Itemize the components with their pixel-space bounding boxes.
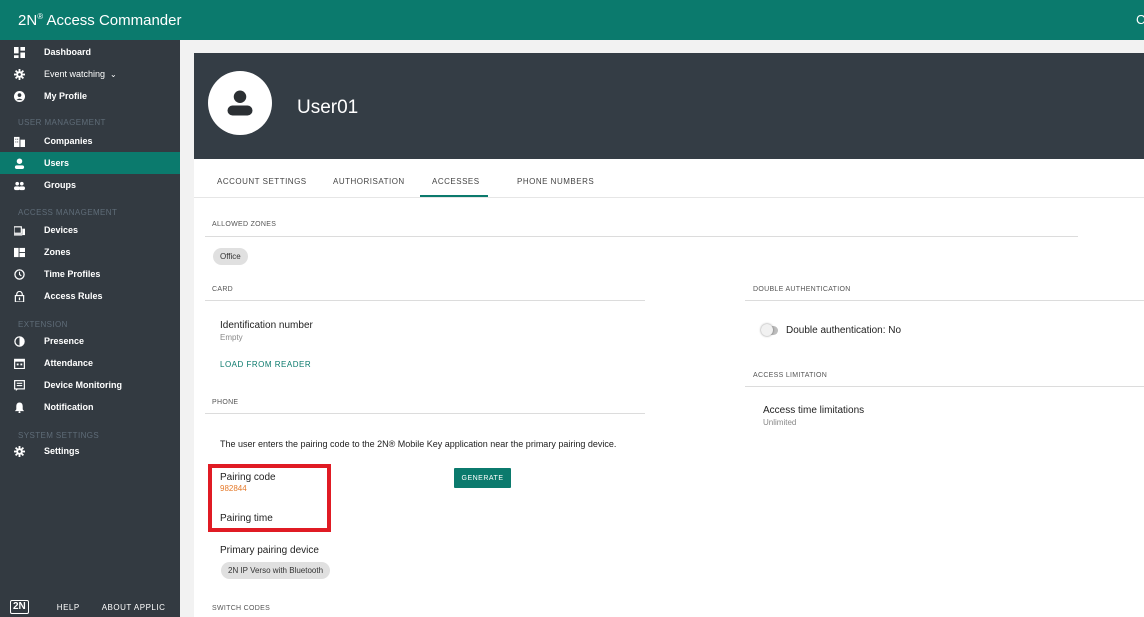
profile-icon [0, 90, 44, 102]
sidebar-item-label: Device Monitoring [44, 380, 123, 390]
identification-number-value: Empty [220, 333, 243, 342]
sidebar-section-access-management: ACCESS MANAGEMENT [18, 208, 118, 217]
sidebar-item-settings[interactable]: Settings [0, 440, 180, 462]
clock-icon [0, 268, 44, 280]
sidebar-item-companies[interactable]: Companies [0, 130, 180, 152]
group-icon [0, 180, 44, 191]
help-link[interactable]: HELP [57, 603, 80, 612]
avatar-user-icon [227, 90, 253, 116]
calendar-icon [0, 358, 44, 369]
sidebar-item-my-profile[interactable]: My Profile [0, 85, 180, 107]
sidebar-item-event-watching[interactable]: Event watching ⌄ [0, 63, 180, 85]
access-limitation-divider [745, 386, 1144, 387]
sidebar-item-label: Presence [44, 336, 85, 346]
sidebar-item-label: Devices [44, 225, 79, 235]
double-authentication-divider [745, 300, 1144, 301]
sidebar-item-label: Time Profiles [44, 269, 101, 279]
access-time-limitations-label: Access time limitations [763, 405, 865, 416]
sidebar-item-label: My Profile [44, 91, 88, 101]
sidebar-item-label: Settings [44, 446, 80, 456]
about-application-link[interactable]: ABOUT APPLIC [102, 603, 166, 612]
sidebar-item-label: Attendance [44, 358, 94, 368]
sidebar-item-dashboard[interactable]: Dashboard [0, 41, 180, 63]
identification-number-label: Identification number [220, 320, 313, 331]
primary-pairing-device-label: Primary pairing device [220, 545, 319, 556]
sidebar-item-access-rules[interactable]: Access Rules [0, 285, 180, 307]
load-from-reader-button[interactable]: LOAD FROM READER [220, 360, 311, 369]
access-limitation-title: ACCESS LIMITATION [753, 372, 828, 379]
sidebar-item-devices[interactable]: Devices [0, 219, 180, 241]
sidebar-section-extension: EXTENSION [18, 320, 68, 329]
presence-icon [0, 335, 44, 347]
primary-pairing-device-chip[interactable]: 2N IP Verso with Bluetooth [221, 562, 331, 579]
sidebar-item-groups[interactable]: Groups [0, 174, 180, 196]
tab-accesses[interactable]: ACCESSES [432, 177, 480, 186]
generate-button[interactable]: GENERATE [454, 468, 511, 488]
sidebar-item-label: Access Rules [44, 291, 103, 301]
building-icon [0, 136, 44, 147]
sidebar-item-zones[interactable]: Zones [0, 241, 180, 263]
sidebar-section-user-management: USER MANAGEMENT [18, 118, 106, 127]
sidebar-item-time-profiles[interactable]: Time Profiles [0, 263, 180, 285]
pairing-instructions: The user enters the pairing code to the … [220, 439, 617, 449]
sidebar: Dashboard Event watching ⌄ My Profile US… [0, 40, 180, 617]
sidebar-item-attendance[interactable]: Attendance [0, 352, 180, 374]
sidebar-item-users[interactable]: Users [0, 152, 180, 174]
sidebar-item-notification[interactable]: Notification [0, 396, 180, 418]
zone-chip-office[interactable]: Office [213, 248, 248, 265]
active-tab-indicator [420, 195, 488, 197]
sidebar-item-label: Event watching [44, 69, 106, 79]
sidebar-item-label: Companies [44, 136, 93, 146]
gear-icon [0, 68, 44, 80]
phone-section-title: PHONE [212, 399, 239, 406]
sidebar-item-label: Users [44, 158, 70, 168]
sidebar-item-presence[interactable]: Presence [0, 330, 180, 352]
access-time-limitations-value: Unlimited [763, 418, 797, 427]
settings-icon [0, 445, 44, 457]
device-icon [0, 225, 44, 236]
tab-phone-numbers[interactable]: PHONE NUMBERS [517, 177, 594, 186]
avatar [208, 71, 272, 135]
double-authentication-toggle-knob[interactable] [761, 324, 773, 336]
app-title-text: Access Commander [46, 12, 182, 29]
card-divider [205, 300, 645, 301]
tabs-divider [194, 197, 1144, 198]
content-card [194, 159, 1144, 617]
switch-codes-title: SWITCH CODES [212, 605, 271, 612]
sidebar-footer: 2N HELP ABOUT APPLIC [0, 597, 180, 617]
topbar-user-menu[interactable]: C [1136, 12, 1144, 27]
2n-logo: 2N [10, 600, 29, 614]
phone-divider [205, 413, 645, 414]
sidebar-item-label: Notification [44, 402, 94, 412]
user-name: User01 [297, 97, 359, 118]
chevron-down-icon: ⌄ [110, 69, 117, 79]
card-section-title: CARD [212, 286, 234, 293]
tab-authorisation[interactable]: AUTHORISATION [333, 177, 405, 186]
double-authentication-label: Double authentication: No [786, 325, 902, 336]
sidebar-item-label: Groups [44, 180, 77, 190]
double-authentication-title: DOUBLE AUTHENTICATION [753, 286, 851, 293]
sidebar-item-label: Dashboard [44, 47, 92, 57]
top-bar: 2N® Access Commander C [0, 0, 1144, 40]
allowed-zones-divider [205, 236, 1078, 237]
tab-account-settings[interactable]: ACCOUNT SETTINGS [217, 177, 307, 186]
user-icon [0, 157, 44, 169]
highlight-box [208, 464, 331, 532]
app-title[interactable]: 2N® Access Commander [18, 12, 181, 29]
zones-icon [0, 247, 44, 258]
sidebar-section-system-settings: SYSTEM SETTINGS [18, 431, 100, 440]
sidebar-item-label: Zones [44, 247, 71, 257]
bell-icon [0, 401, 44, 413]
brand-registered-mark: ® [37, 12, 44, 21]
lock-icon [0, 290, 44, 302]
brand-name: 2N [18, 12, 38, 29]
monitoring-icon [0, 379, 44, 391]
sidebar-item-device-monitoring[interactable]: Device Monitoring [0, 374, 180, 396]
dashboard-icon [0, 46, 44, 58]
allowed-zones-title: ALLOWED ZONES [212, 221, 277, 228]
